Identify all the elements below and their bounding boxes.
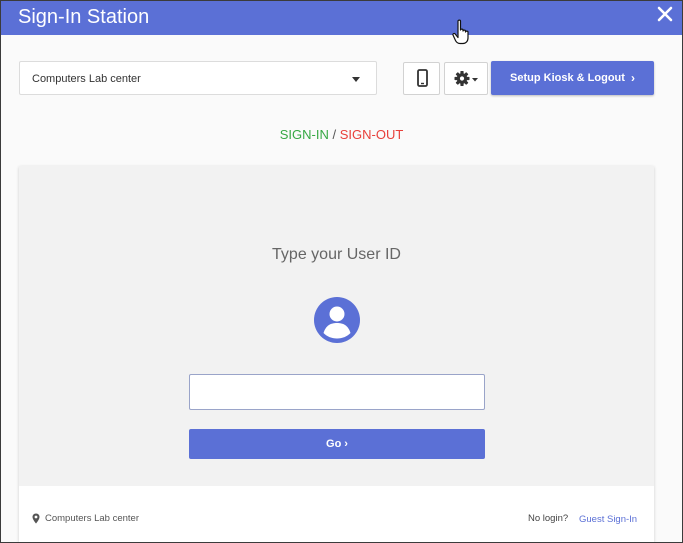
go-button[interactable]: Go › <box>189 429 485 459</box>
gear-icon <box>454 71 478 86</box>
location-select-value: Computers Lab center <box>32 73 141 85</box>
chevron-right-icon: › <box>630 71 635 85</box>
mobile-icon <box>417 69 428 87</box>
chevron-right-icon: › <box>344 438 348 450</box>
user-id-prompt: Type your User ID <box>272 246 401 263</box>
settings-dropdown-button[interactable] <box>444 62 488 95</box>
card-footer: Computers Lab center No login? Guest Sig… <box>19 486 654 542</box>
location-select[interactable]: Computers Lab center <box>19 61 377 95</box>
sign-out-mode-link[interactable]: SIGN-OUT <box>340 127 404 142</box>
location-pin-icon <box>32 513 40 524</box>
user-avatar-icon <box>314 297 360 343</box>
user-id-input[interactable] <box>189 374 485 410</box>
no-login-text: No login? <box>528 513 569 524</box>
footer-location-label: Computers Lab center <box>45 513 139 524</box>
sign-in-card: Type your User ID Go › Computers Lab cen… <box>19 166 654 542</box>
mode-indicator: SIGN-IN / SIGN-OUT <box>1 127 682 142</box>
footer-location: Computers Lab center <box>32 513 139 524</box>
toolbar: Computers Lab center Setup Kiosk & Logou… <box>19 61 656 97</box>
window-title: Sign-In Station <box>18 6 150 28</box>
title-bar: Sign-In Station <box>1 1 682 35</box>
setup-kiosk-logout-button[interactable]: Setup Kiosk & Logout › <box>491 61 654 95</box>
go-button-label: Go <box>326 438 342 450</box>
hand-cursor-icon <box>452 19 469 45</box>
close-icon[interactable] <box>655 4 675 24</box>
mobile-button[interactable] <box>403 62 440 95</box>
mode-separator: / <box>332 127 337 142</box>
sign-in-mode-link[interactable]: SIGN-IN <box>280 127 329 142</box>
sign-in-station-window: Sign-In Station Computers Lab center Set… <box>0 0 683 543</box>
setup-kiosk-logout-label: Setup Kiosk & Logout <box>510 72 625 84</box>
guest-sign-in-link[interactable]: Guest Sign-In <box>579 514 637 525</box>
chevron-down-icon <box>352 77 360 82</box>
